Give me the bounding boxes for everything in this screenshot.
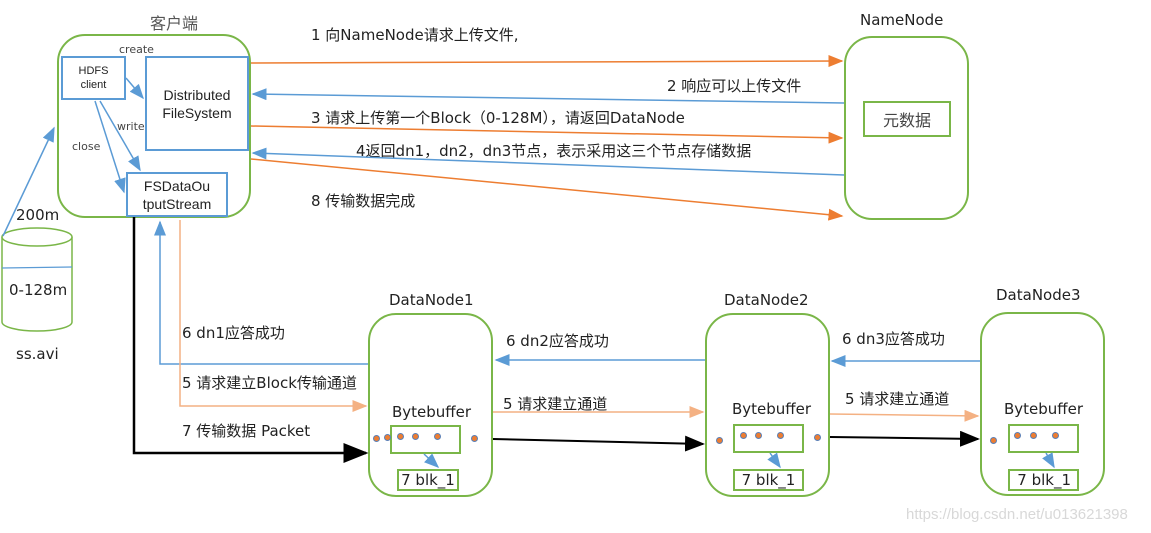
dn1-flush-arrow <box>423 453 440 469</box>
step8-arrow <box>250 158 844 221</box>
dn3-flush-arrow <box>1042 452 1055 469</box>
step5-dn1-arrow <box>179 220 368 412</box>
close-arrow <box>94 100 126 194</box>
create-arrow <box>125 77 144 100</box>
file-cylinder <box>1 227 73 332</box>
watermark: https://blog.csdn.net/u013621398 <box>906 506 1128 523</box>
dn2-flush-arrow <box>767 452 781 469</box>
step6-dn1-arrow <box>154 220 368 365</box>
diagram-canvas <box>1 55 1055 469</box>
packet-dn1-dn2-arrow <box>492 435 705 452</box>
step4-arrow <box>251 147 845 176</box>
upload-arrow <box>2 126 55 237</box>
step2-arrow <box>251 88 845 104</box>
step7-arrow <box>132 217 369 463</box>
step5-dn3-arrow <box>829 409 980 422</box>
step1-arrow <box>250 55 844 68</box>
step3-arrow <box>250 125 844 144</box>
packet-dn2-dn3-arrow <box>829 430 980 447</box>
